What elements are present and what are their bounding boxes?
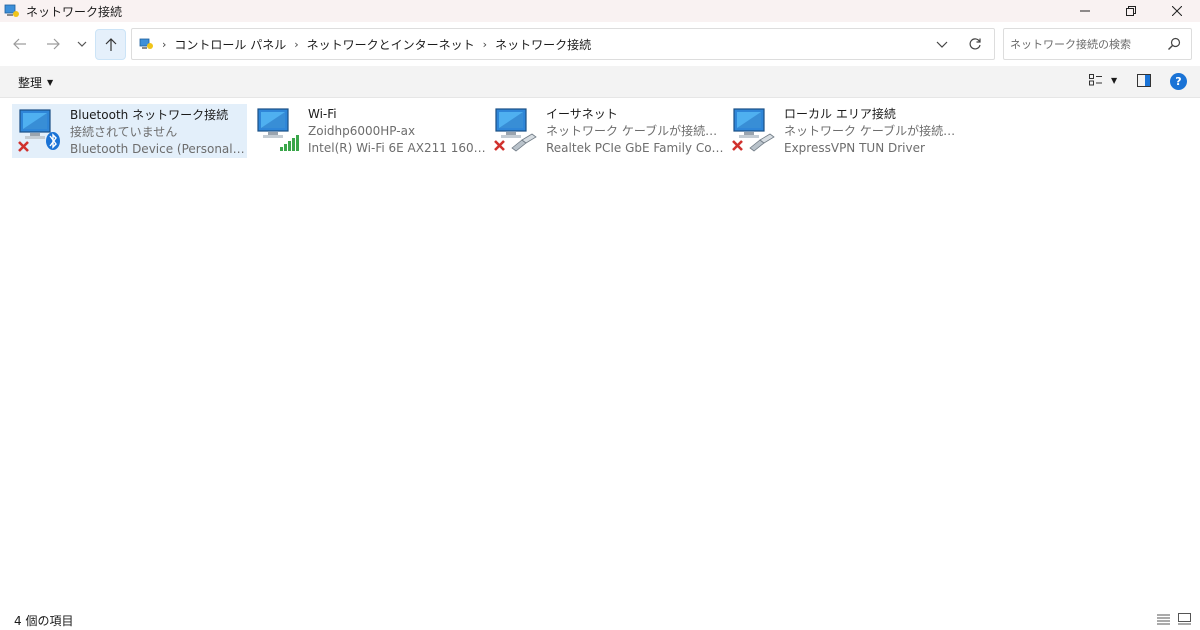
organize-label: 整理 <box>18 76 43 90</box>
preview-pane-icon <box>1137 74 1151 87</box>
window-controls <box>1062 0 1200 22</box>
connection-item-wifi[interactable]: Wi-Fi Zoidhp6000HP-ax Intel(R) Wi-Fi 6E … <box>251 104 486 158</box>
forward-button[interactable] <box>39 30 67 58</box>
breadcrumb-separator[interactable]: › <box>294 38 298 51</box>
connection-item-ethernet[interactable]: イーサネット ネットワーク ケーブルが接続されていま... Realtek PC… <box>489 104 724 158</box>
minimize-button[interactable] <box>1062 0 1108 22</box>
help-button[interactable]: ? <box>1170 73 1187 90</box>
caret-down-icon: ▼ <box>47 78 54 87</box>
view-options-icon <box>1089 74 1102 86</box>
large-icons-view-button[interactable] <box>1178 613 1191 628</box>
command-bar: 整理 ▼ ▼ ? <box>0 66 1200 98</box>
arrow-up-icon <box>105 37 116 51</box>
breadcrumb-control-panel[interactable]: コントロール パネル <box>174 36 286 53</box>
recent-locations-button[interactable] <box>68 30 96 58</box>
local-area-network-icon <box>730 106 778 154</box>
title-bar: ネットワーク接続 <box>0 0 1200 22</box>
item-count: 4 個の項目 <box>14 614 74 628</box>
connection-name: Wi-Fi <box>308 107 337 121</box>
refresh-button[interactable] <box>966 35 984 53</box>
details-view-button[interactable] <box>1157 613 1170 628</box>
connections-list: Bluetooth ネットワーク接続 接続されていません Bluetooth D… <box>0 98 1200 608</box>
connection-device: Intel(R) Wi-Fi 6E AX211 160MHz <box>308 141 486 155</box>
connection-item-local-area[interactable]: ローカル エリア接続 ネットワーク ケーブルが接続されていま... Expres… <box>727 104 962 158</box>
search-input[interactable] <box>1010 37 1160 51</box>
address-bar[interactable]: › コントロール パネル › ネットワークとインターネット › ネットワーク接続 <box>131 28 995 60</box>
organize-menu-button[interactable]: 整理 ▼ <box>18 74 53 91</box>
breadcrumb-network-connections[interactable]: ネットワーク接続 <box>495 36 591 53</box>
search-icon[interactable] <box>1167 37 1181 51</box>
connection-name: Bluetooth ネットワーク接続 <box>70 108 229 122</box>
close-icon <box>1172 6 1182 16</box>
caret-down-icon: ▼ <box>1111 75 1118 85</box>
connection-device: Bluetooth Device (Personal Area ... <box>70 142 246 156</box>
network-connections-app-icon <box>4 4 19 17</box>
details-view-icon <box>1157 614 1170 625</box>
connection-name: イーサネット <box>546 107 618 121</box>
bluetooth-network-icon <box>16 107 64 155</box>
restore-icon <box>1126 6 1136 16</box>
ethernet-network-icon <box>492 106 540 154</box>
connection-item-bluetooth[interactable]: Bluetooth ネットワーク接続 接続されていません Bluetooth D… <box>12 104 247 158</box>
up-button[interactable] <box>95 29 126 60</box>
connection-status: 接続されていません <box>70 125 178 139</box>
window-title: ネットワーク接続 <box>26 4 123 19</box>
chevron-down-icon <box>936 41 948 48</box>
connection-status: Zoidhp6000HP-ax <box>308 124 416 138</box>
status-bar: 4 個の項目 <box>0 608 1200 630</box>
refresh-icon <box>969 38 981 50</box>
chevron-down-icon <box>77 41 87 47</box>
address-history-dropdown[interactable] <box>934 36 950 52</box>
restore-button[interactable] <box>1108 0 1154 22</box>
large-icons-view-icon <box>1178 613 1191 625</box>
search-box[interactable] <box>1003 28 1192 60</box>
wifi-network-icon <box>254 106 302 154</box>
connection-status: ネットワーク ケーブルが接続されていま... <box>784 124 962 138</box>
arrow-left-icon <box>13 38 26 50</box>
breadcrumb-separator[interactable]: › <box>483 38 487 51</box>
back-button[interactable] <box>6 30 34 58</box>
connection-device: Realtek PCIe GbE Family Controller <box>546 141 724 155</box>
connection-device: ExpressVPN TUN Driver <box>784 141 925 155</box>
connection-name: ローカル エリア接続 <box>784 107 896 121</box>
change-view-button[interactable]: ▼ <box>1089 74 1117 86</box>
minimize-icon <box>1080 10 1090 12</box>
breadcrumb-network-internet[interactable]: ネットワークとインターネット <box>307 36 475 53</box>
close-button[interactable] <box>1154 0 1200 22</box>
navigation-bar: › コントロール パネル › ネットワークとインターネット › ネットワーク接続 <box>0 22 1200 66</box>
arrow-right-icon <box>47 38 60 50</box>
connection-status: ネットワーク ケーブルが接続されていま... <box>546 124 724 138</box>
control-panel-icon <box>139 38 153 49</box>
breadcrumb-separator[interactable]: › <box>162 38 166 51</box>
preview-pane-button[interactable] <box>1137 74 1151 90</box>
